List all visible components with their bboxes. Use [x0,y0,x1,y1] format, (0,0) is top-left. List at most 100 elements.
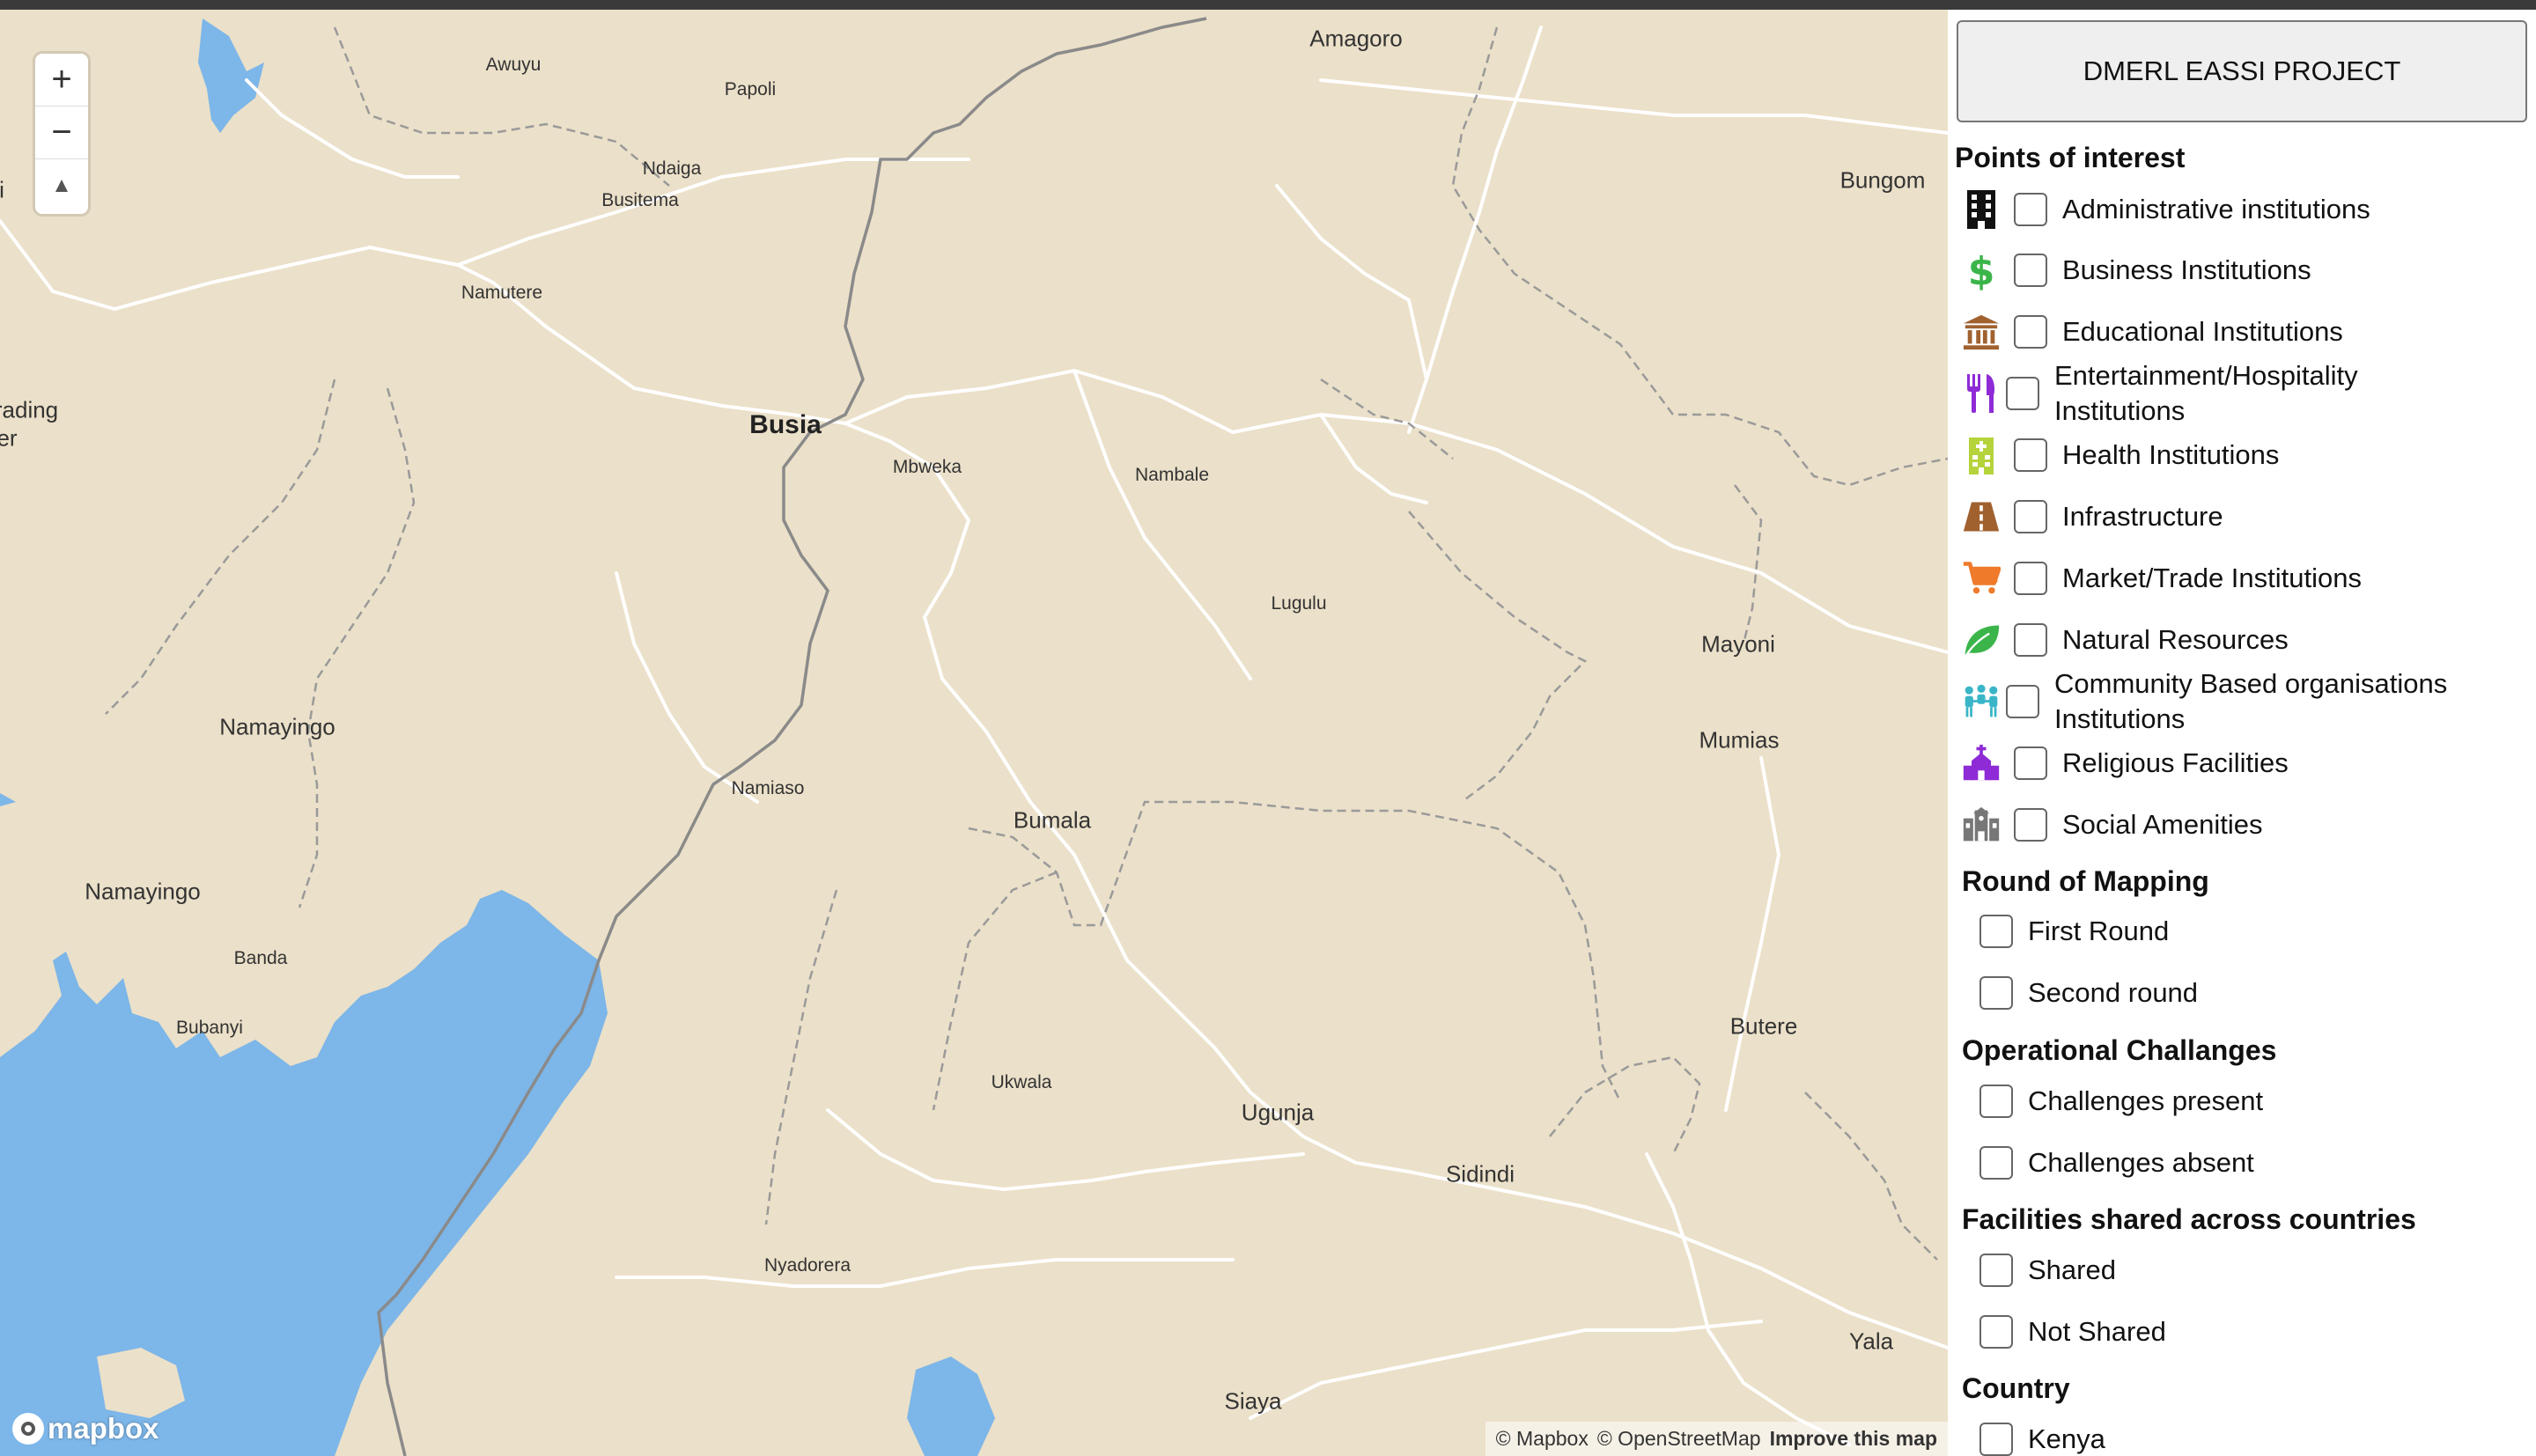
place-label: er [0,424,18,452]
place-label: i [0,176,4,203]
utensils-icon [1962,371,2001,415]
place-label: Mbweka [892,457,962,477]
section-heading: Facilities shared across countries [1962,1203,2416,1235]
hospital-icon [1962,433,2001,477]
place-label: Siaya [1224,1387,1282,1415]
compass-button[interactable]: ▲ [35,159,88,212]
lake-water [0,890,608,1456]
pond-left [0,793,16,806]
filter-checkbox[interactable] [2006,685,2039,718]
zoom-out-button[interactable]: − [35,107,88,159]
place-label: Bubanyi [176,1018,243,1038]
people-icon [1962,680,2001,724]
filter-checkbox[interactable] [2014,500,2047,533]
filter-checkbox[interactable] [2014,746,2047,780]
filter-label: Challenges absent [2028,1147,2254,1178]
filter-label: Not Shared [2028,1316,2166,1347]
dollar-icon: $ [1962,248,2001,292]
filter-label-group: Entertainment/Hospitality Institutions [2054,358,2358,429]
section-heading: Country [1962,1372,2070,1404]
place-label: Amagoro [1309,25,1403,52]
place-label: rading [0,396,59,423]
filter-checkbox[interactable] [1979,1085,2013,1118]
lake-bottom-center [907,1357,995,1456]
filter-checkbox[interactable] [1979,1315,2013,1349]
landmark-icon [1962,310,2001,354]
place-label: Sidindi [1445,1160,1515,1188]
filter-checkbox[interactable] [1979,1146,2013,1180]
filter-label: Business Institutions [2062,254,2311,285]
filter-label: Natural Resources [2062,624,2289,655]
place-label: Lugulu [1271,593,1327,614]
place-label: Butere [1729,1012,1798,1040]
project-title-button[interactable]: DMERL EASSI PROJECT [1957,20,2527,122]
cart-icon [1962,556,2001,600]
zoom-control: + − ▲ [35,54,88,214]
place-label: Awuyu [485,55,542,75]
filter-checkbox[interactable] [2014,193,2047,226]
filter-checkbox[interactable] [1979,976,2013,1010]
filter-checkbox[interactable] [2014,623,2047,657]
filter-label: Shared [2028,1254,2116,1285]
improve-map-link[interactable]: Improve this map [1770,1427,1937,1451]
building-icon [1962,188,2001,232]
filter-panel: DMERL EASSI PROJECT Points of interest Ad… [1948,10,2536,1456]
filter-label: Religious Facilities [2062,747,2289,778]
filter-label: First Round [2028,916,2170,946]
place-label: Ugunja [1241,1099,1315,1126]
filter-label-group: Community Based organisations Institution… [2054,666,2447,737]
place-label: Mumias [1699,726,1780,754]
place-label: Busitema [601,190,679,210]
filter-checkbox[interactable] [2006,377,2039,410]
filter-checkbox[interactable] [2014,254,2047,287]
place-label: Ndaiga [642,158,702,179]
place-label: Nambale [1134,465,1210,485]
school-icon [1962,803,2001,847]
filter-checkbox[interactable] [2014,438,2047,472]
place-label: Yala [1848,1327,1894,1355]
compass-icon: ▲ [51,173,72,197]
filter-label: Health Institutions [2062,439,2280,470]
leaf-icon [1962,618,2001,662]
place-label: Namutere [461,283,543,303]
place-label: Mayoni [1701,630,1775,658]
place-label: Namiaso [731,778,805,798]
filter-checkbox[interactable] [2014,808,2047,842]
filter-checkbox[interactable] [2014,562,2047,595]
place-label: Busia [749,410,822,439]
place-label: Namayingo [85,878,201,905]
country-border [377,17,1207,1456]
place-label: Namayingo [219,713,335,740]
place-label: Bungom [1839,166,1926,194]
filter-checkbox[interactable] [2014,315,2047,349]
filter-label: Challenges present [2028,1085,2264,1116]
filter-label: Second round [2028,977,2199,1008]
mapbox-logo[interactable]: mapbox [12,1412,159,1445]
filter-label: Administrative institutions [2062,194,2370,224]
attribution-mapbox-link[interactable]: © Mapbox [1496,1427,1589,1451]
lake-upper-left [198,18,264,133]
filter-label: Market/Trade Institutions [2062,563,2362,593]
place-label: Ukwala [991,1072,1052,1092]
map-canvas[interactable]: Amagoro Awuyu Papoli Ndaiga Busitema Namutere… [0,10,1948,1456]
zoom-in-button[interactable]: + [35,54,88,107]
filter-label: Community Based organisations [2054,668,2448,699]
filter-checkbox[interactable] [1979,1254,2013,1287]
browser-top-bar [0,0,2536,10]
place-label: Bumala [1013,806,1092,834]
attribution-osm-link[interactable]: © OpenStreetMap [1597,1427,1761,1451]
filter-label-line2: Institutions [2054,395,2186,426]
place-label: Papoli [724,79,777,99]
mapbox-logo-text: mapbox [48,1412,159,1445]
filter-label: Entertainment/Hospitality [2054,360,2358,391]
road-icon [1962,495,2001,539]
place-label: Banda [233,948,288,968]
map-attribution: © Mapbox © OpenStreetMap Improve this ma… [1485,1422,1948,1456]
mapbox-logo-icon [12,1413,44,1445]
filter-label: Kenya [2028,1423,2105,1454]
section-heading: Operational Challanges [1962,1034,2277,1066]
filter-checkbox[interactable] [1979,1423,2013,1456]
section-heading: Points of interest [1955,142,2186,173]
filter-label: Educational Institutions [2062,316,2343,347]
filter-checkbox[interactable] [1979,915,2013,948]
